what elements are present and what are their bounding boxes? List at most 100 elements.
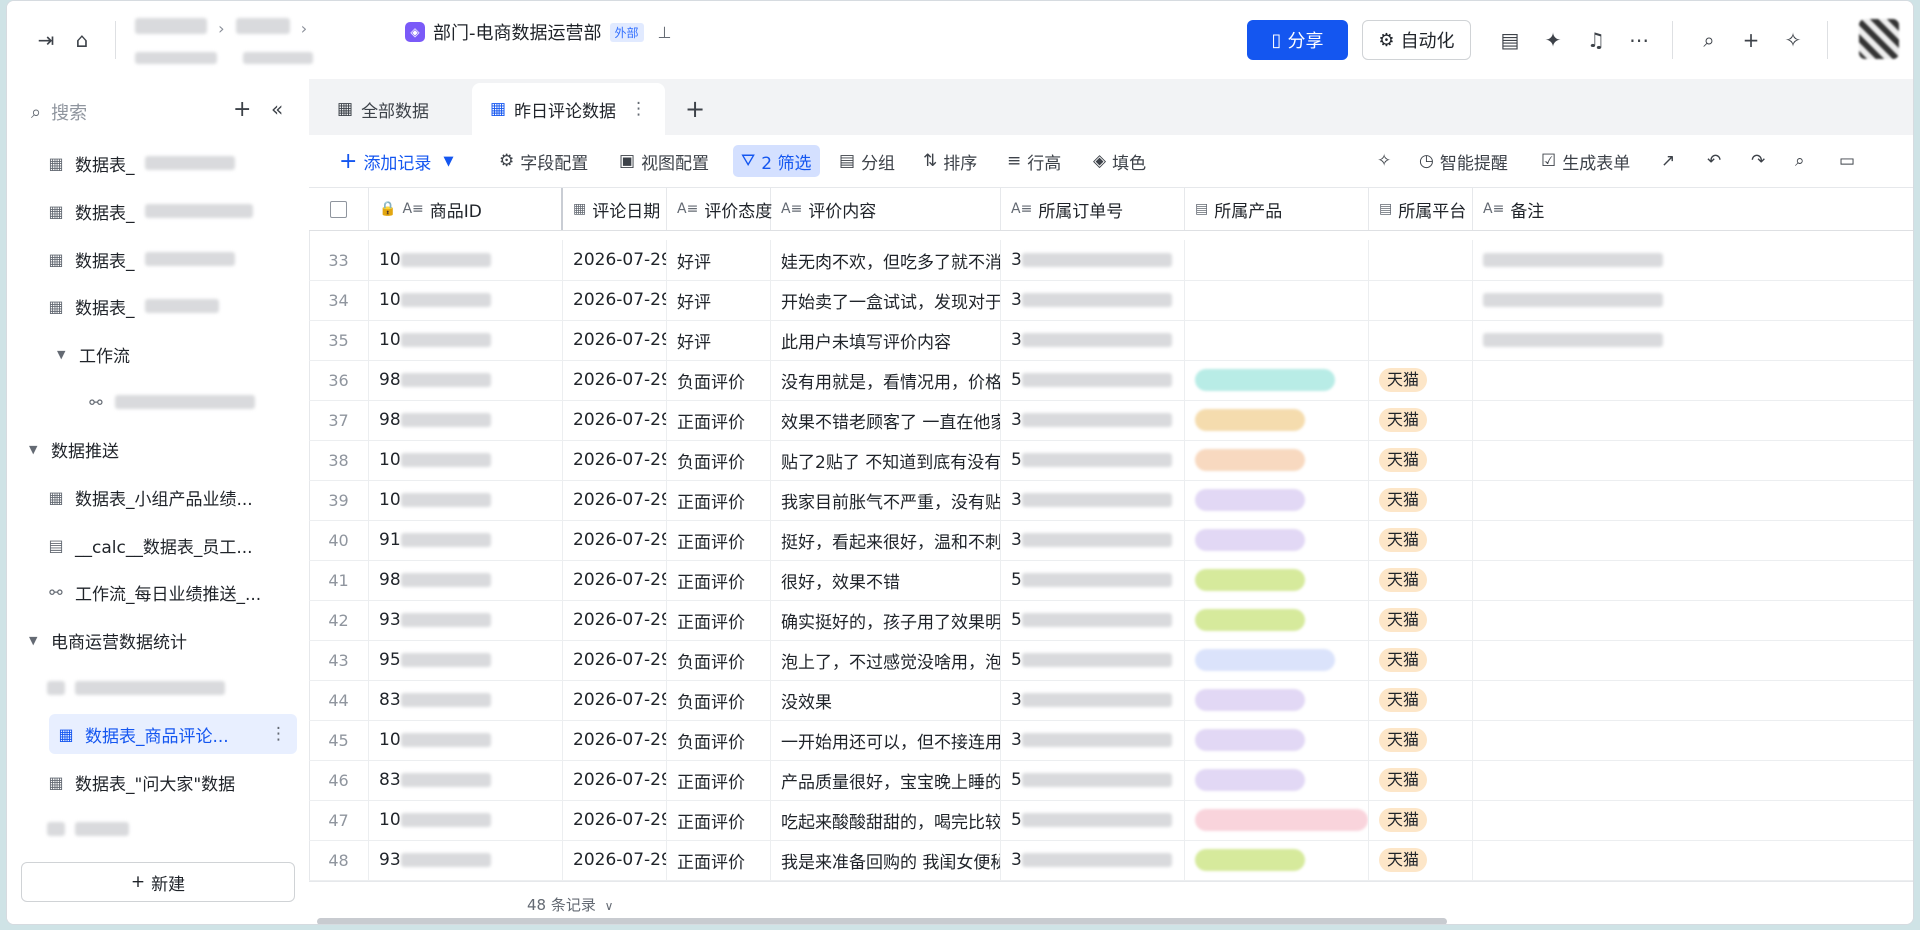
cell-order[interactable]: 5	[1001, 800, 1185, 840]
cell-content[interactable]: 泡上了，不过感觉没啥用，泡完...	[771, 640, 1001, 680]
cell-prod[interactable]	[1185, 840, 1369, 880]
cell-content[interactable]: 效果不错老顾客了 一直在他家...	[771, 400, 1001, 440]
cell-prod[interactable]	[1185, 680, 1369, 720]
cell-date[interactable]: 2026-07-29	[563, 640, 667, 680]
col-header-attitude[interactable]: A≡ 评价态度	[667, 188, 772, 230]
plus-icon[interactable]: +	[1738, 27, 1764, 53]
cell-n[interactable]: 48	[309, 840, 369, 880]
home-icon[interactable]: ⌂	[69, 27, 95, 53]
cell-plat[interactable]: 天猫	[1369, 600, 1473, 640]
col-header-order-no[interactable]: A≡ 所属订单号	[1001, 188, 1185, 230]
tab-all-data[interactable]: ▦ 全部数据	[319, 83, 447, 135]
ai-sparkle-icon[interactable]: ✧	[1377, 145, 1391, 177]
cell-att[interactable]: 负面评价	[667, 680, 771, 720]
cell-att[interactable]: 好评	[667, 320, 771, 360]
cell-order[interactable]: 3	[1001, 240, 1185, 280]
table-row[interactable]: 46 83 2026-07-29 正面评价 产品质量很好，宝宝晚上睡的很... 5 天猫	[309, 760, 1913, 801]
cell-att[interactable]: 正面评价	[667, 520, 771, 560]
cell-id[interactable]: 10	[369, 240, 563, 280]
cell-prod[interactable]	[1185, 800, 1369, 840]
cell-plat[interactable]: 天猫	[1369, 560, 1473, 600]
cell-plat[interactable]: 天猫	[1369, 400, 1473, 440]
cell-note[interactable]	[1473, 520, 1913, 560]
cell-date[interactable]: 2026-07-29	[563, 560, 667, 600]
sidebar-item-ask[interactable]: ▦ 数据表_"问大家"数据	[47, 762, 299, 802]
cell-att[interactable]: 正面评价	[667, 760, 771, 800]
cell-date[interactable]: 2026-07-29	[563, 360, 667, 400]
table-row[interactable]: 45 10 2026-07-29 负面评价 一开始用还可以，但不接连用效... 3 天猫	[309, 720, 1913, 761]
cell-date[interactable]: 2026-07-29	[563, 720, 667, 760]
sidebar-item-table-2[interactable]: ▦ 数据表_	[47, 191, 299, 231]
cell-date[interactable]: 2026-07-29	[563, 800, 667, 840]
cell-note[interactable]	[1473, 320, 1913, 360]
table-row[interactable]: 42 93 2026-07-29 正面评价 确实挺好的，孩子用了效果明显... 5 天猫	[309, 600, 1913, 641]
new-button[interactable]: + 新建	[21, 862, 295, 902]
cell-n[interactable]: 37	[309, 400, 369, 440]
col-header-product[interactable]: ▤ 所属产品	[1185, 188, 1369, 230]
cell-att[interactable]: 正面评价	[667, 600, 771, 640]
cell-order[interactable]: 3	[1001, 840, 1185, 880]
cell-id[interactable]: 10	[369, 720, 563, 760]
cell-order[interactable]: 3	[1001, 280, 1185, 320]
smart-alert-button[interactable]: ◷ 智能提醒	[1419, 145, 1508, 177]
cell-plat[interactable]	[1369, 240, 1473, 280]
cell-prod[interactable]	[1185, 280, 1369, 320]
cell-order[interactable]: 5	[1001, 600, 1185, 640]
cell-plat[interactable]: 天猫	[1369, 360, 1473, 400]
cell-note[interactable]	[1473, 400, 1913, 440]
cell-plat[interactable]: 天猫	[1369, 440, 1473, 480]
cell-n[interactable]: 44	[309, 680, 369, 720]
sidebar-item-blurred[interactable]	[47, 809, 299, 849]
cell-prod[interactable]	[1185, 640, 1369, 680]
more-vertical-icon[interactable]: ⋮	[630, 99, 647, 119]
cell-plat[interactable]: 天猫	[1369, 680, 1473, 720]
fill-color-button[interactable]: ◈ 填色	[1093, 145, 1146, 177]
cell-att[interactable]: 好评	[667, 280, 771, 320]
cell-order[interactable]: 3	[1001, 520, 1185, 560]
cell-n[interactable]: 47	[309, 800, 369, 840]
cell-plat[interactable]: 天猫	[1369, 720, 1473, 760]
horizontal-scrollbar[interactable]	[317, 918, 1447, 924]
redo-icon[interactable]: ↷	[1751, 145, 1765, 177]
cell-note[interactable]	[1473, 280, 1913, 320]
collapse-icon[interactable]: «	[271, 97, 283, 121]
cell-id[interactable]: 98	[369, 560, 563, 600]
cell-note[interactable]	[1473, 240, 1913, 280]
automation-button[interactable]: ⚙ 自动化	[1362, 20, 1471, 60]
cell-content[interactable]: 我家目前胀气不严重，没有贴肚...	[771, 480, 1001, 520]
cell-content[interactable]: 一开始用还可以，但不接连用效...	[771, 720, 1001, 760]
cell-note[interactable]	[1473, 600, 1913, 640]
cell-plat[interactable]: 天猫	[1369, 480, 1473, 520]
sidebar-group-workflow[interactable]: ▼ 工作流	[57, 334, 309, 374]
col-header-product-id[interactable]: 🔒 A≡ 商品ID	[369, 188, 563, 230]
cell-att[interactable]: 负面评价	[667, 360, 771, 400]
cell-date[interactable]: 2026-07-29	[563, 600, 667, 640]
col-header-platform[interactable]: ▤ 所属平台	[1369, 188, 1473, 230]
cell-att[interactable]: 负面评价	[667, 640, 771, 680]
cell-n[interactable]: 45	[309, 720, 369, 760]
cell-plat[interactable]: 天猫	[1369, 760, 1473, 800]
table-row[interactable]: 40 91 2026-07-29 正面评价 挺好，看起来很好，温和不刺激... 3 天猫	[309, 520, 1913, 561]
cell-note[interactable]	[1473, 720, 1913, 760]
tab-yesterday-reviews[interactable]: ▦ 昨日评论数据 ⋮	[472, 83, 666, 135]
cell-date[interactable]: 2026-07-29	[563, 520, 667, 560]
plugin-icon[interactable]: ✦	[1540, 27, 1566, 53]
cell-date[interactable]: 2026-07-29	[563, 320, 667, 360]
doc-title[interactable]: 部门-电商数据运营部	[433, 19, 602, 45]
cell-note[interactable]	[1473, 560, 1913, 600]
cell-att[interactable]: 正面评价	[667, 480, 771, 520]
ai-sparkle-icon[interactable]: ✧	[1780, 27, 1806, 53]
comment-icon[interactable]: ▭	[1839, 145, 1855, 177]
sidebar-group-push[interactable]: ▼ 数据推送	[29, 429, 119, 469]
table-row[interactable]: 43 95 2026-07-29 负面评价 泡上了，不过感觉没啥用，泡完... 5 天猫	[309, 640, 1913, 681]
cell-n[interactable]: 35	[309, 320, 369, 360]
cell-date[interactable]: 2026-07-29	[563, 680, 667, 720]
col-header-notes[interactable]: A≡ 备注	[1473, 188, 1913, 230]
add-icon[interactable]: +	[233, 97, 251, 122]
cell-att[interactable]: 正面评价	[667, 400, 771, 440]
document-icon[interactable]: ▤	[1497, 27, 1523, 53]
cell-content[interactable]: 没有用就是，看情况用，价格贵...	[771, 360, 1001, 400]
col-header-content[interactable]: A≡ 评价内容	[771, 188, 1001, 230]
table-row[interactable]: 37 98 2026-07-29 正面评价 效果不错老顾客了 一直在他家... 3 天猫	[309, 400, 1913, 441]
table-row[interactable]: 41 98 2026-07-29 正面评价 很好，效果不错 5 天猫	[309, 560, 1913, 601]
